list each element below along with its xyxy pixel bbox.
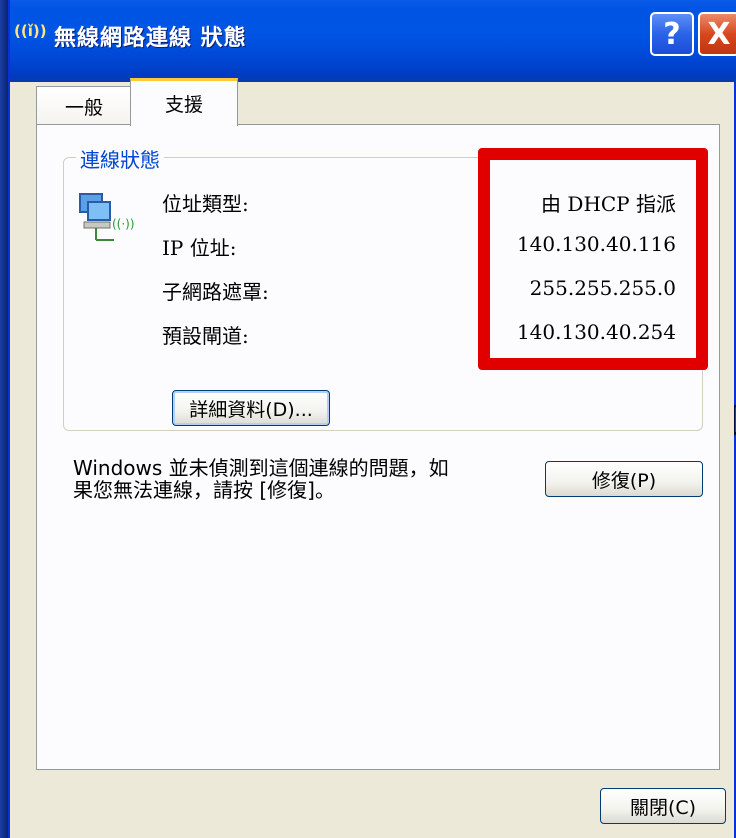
window-title: 無線網路連線 狀態 — [54, 26, 247, 51]
tab-support[interactable]: 支援 — [130, 78, 238, 126]
tab-strip: 一般 支援 — [10, 78, 736, 126]
help-icon: ? — [663, 16, 681, 52]
dialog-window: ((ǐ)) 無線網路連線 狀態 ? X 一般 支援 連線狀態 ((·)) 位址類… — [8, 0, 736, 838]
close-window-button[interactable]: X — [698, 12, 736, 56]
close-button[interactable]: 關閉(C) — [600, 788, 726, 824]
help-button[interactable]: ? — [650, 12, 694, 56]
title-bar[interactable]: ((ǐ)) 無線網路連線 狀態 ? X — [10, 0, 736, 82]
repair-message-line-1: Windows 並未偵測到這個連線的問題，如 — [73, 456, 449, 480]
subnet-mask-label: 子網路遮罩: — [162, 280, 269, 304]
highlight-annotation — [478, 148, 708, 370]
group-title: 連線狀態 — [76, 144, 164, 173]
tab-general[interactable]: 一般 — [36, 86, 132, 126]
repair-message: Windows 並未偵測到這個連線的問題，如 果您無法連線，請按 [修復]。 — [73, 457, 533, 501]
details-button[interactable]: 詳細資料(D)... — [172, 390, 330, 426]
ip-address-label: IP 位址: — [162, 236, 237, 260]
network-connection-icon: ((·)) — [79, 193, 134, 241]
wireless-icon: ((ǐ)) — [14, 22, 47, 40]
close-icon: X — [707, 16, 731, 52]
desktop-edge — [0, 0, 8, 838]
repair-button[interactable]: 修復(P) — [545, 461, 703, 497]
address-type-label: 位址類型: — [162, 192, 249, 216]
default-gateway-label: 預設閘道: — [162, 324, 249, 348]
svg-text:((·)): ((·)) — [112, 217, 134, 231]
repair-message-line-2: 果您無法連線，請按 [修復]。 — [73, 478, 335, 502]
